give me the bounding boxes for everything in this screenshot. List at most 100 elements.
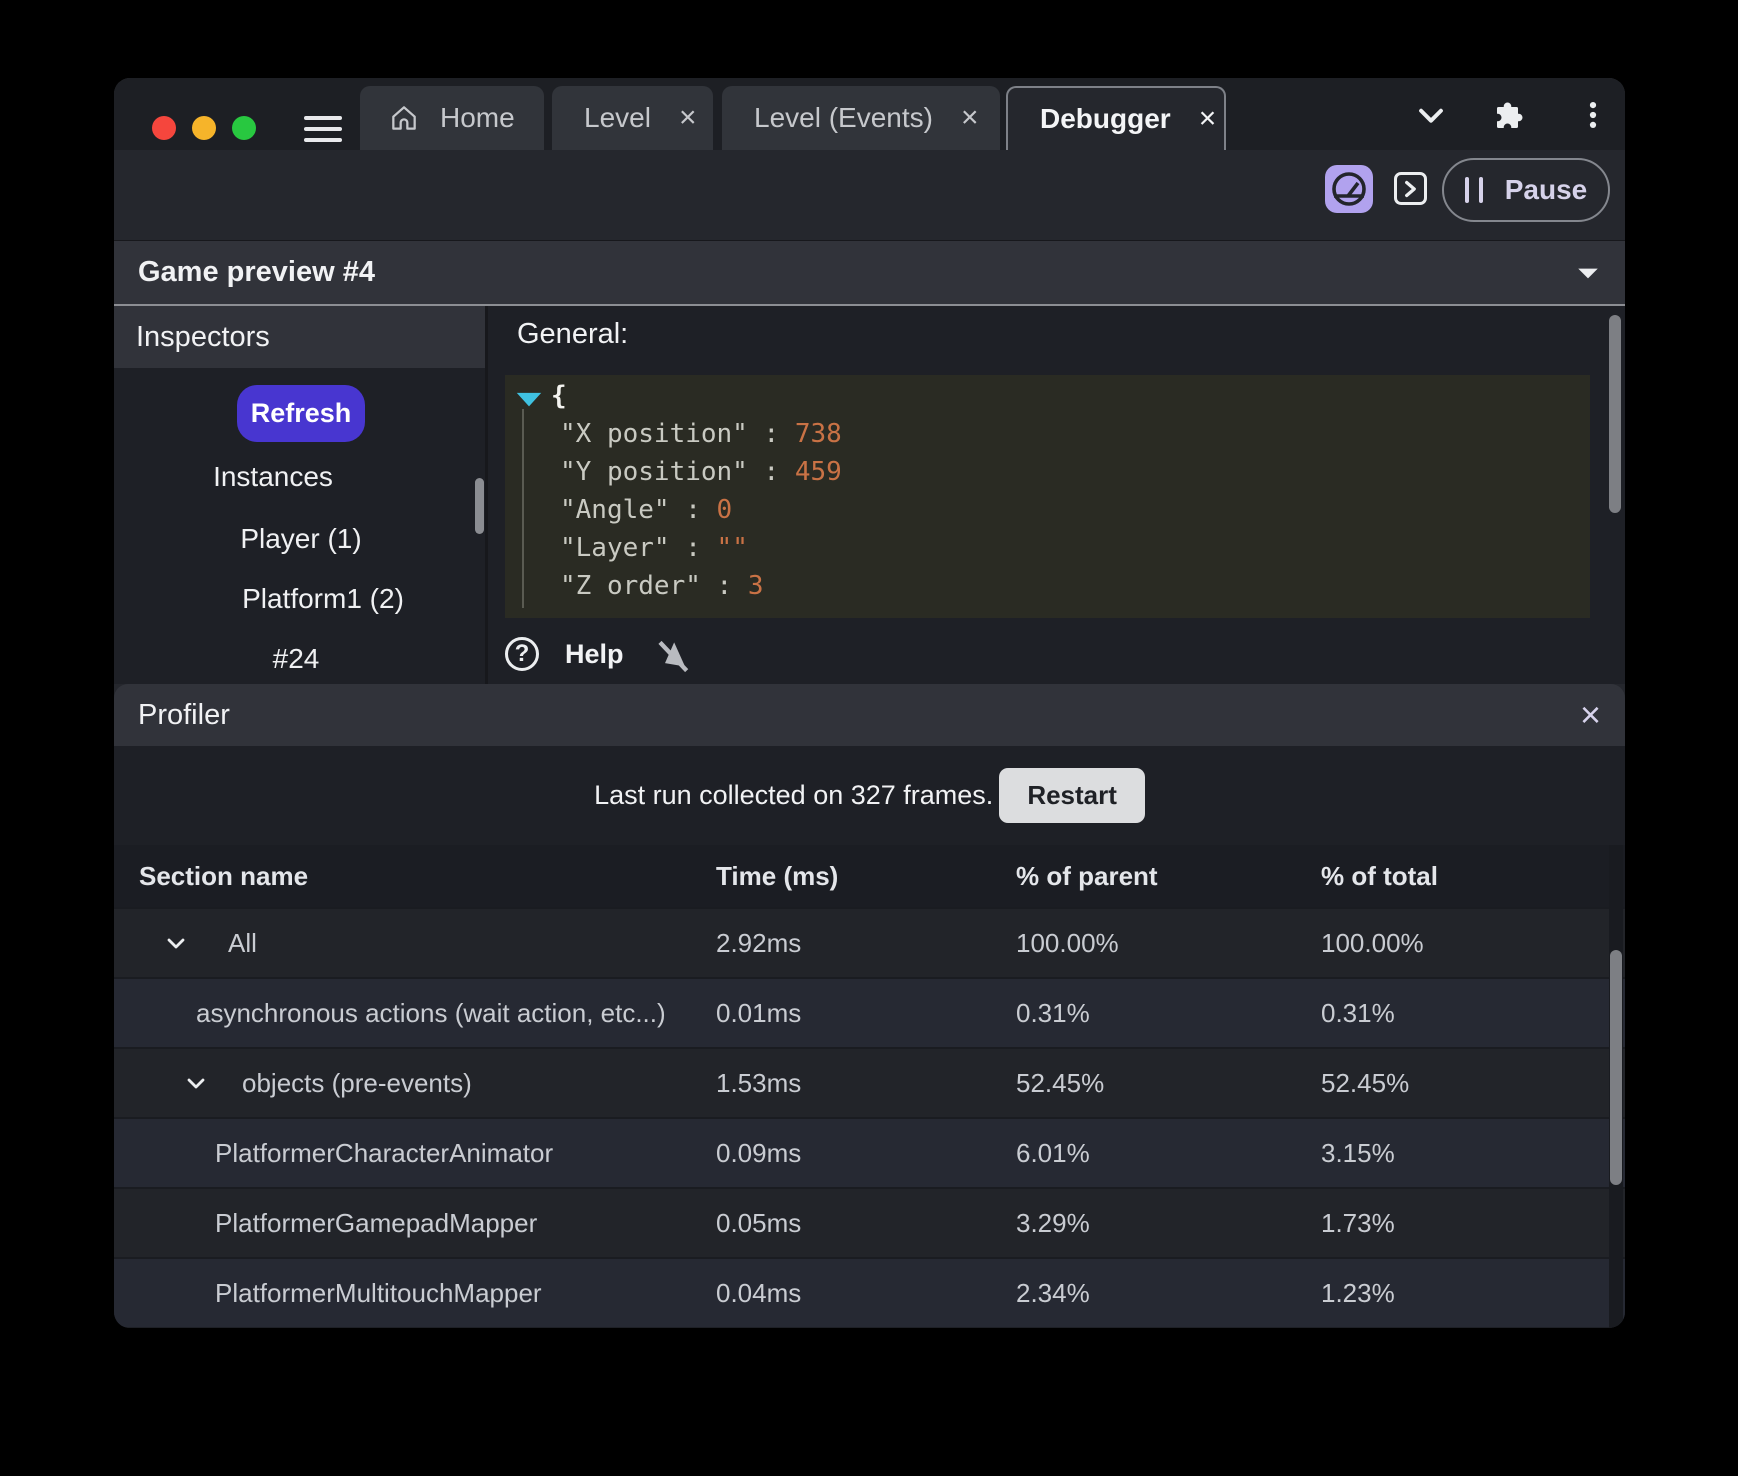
section-name: PlatformerMultitouchMapper — [215, 1277, 542, 1308]
json-line: "Y position" : 459 — [560, 457, 842, 487]
section-name: All — [228, 927, 257, 958]
close-tab-icon[interactable]: × — [1199, 104, 1217, 134]
inspectors-scrollbar[interactable] — [475, 478, 484, 534]
table-row[interactable]: PlatformerGamepadMapper 0.05ms 3.29% 1.7… — [114, 1187, 1625, 1257]
section-name: objects (pre-events) — [242, 1067, 472, 1098]
tab-level-events[interactable]: Level (Events) × — [722, 86, 1000, 150]
help-label[interactable]: Help — [565, 639, 624, 670]
game-preview-bar[interactable]: Game preview #4 — [114, 240, 1625, 306]
general-panel: General: { "X position" : 738 "Y positio… — [491, 306, 1625, 684]
percent-of-parent: 52.45% — [1016, 1067, 1105, 1098]
profiler-scrollbar[interactable] — [1610, 950, 1622, 1185]
pause-label: Pause — [1504, 174, 1588, 205]
tree-item-platform1[interactable]: Platform1 (2) — [136, 583, 510, 615]
table-row[interactable]: objects (pre-events) 1.53ms 52.45% 52.45… — [114, 1047, 1625, 1117]
json-line: "Z order" : 3 — [560, 571, 764, 601]
section-name: PlatformerGamepadMapper — [215, 1207, 538, 1238]
section-name: asynchronous actions (wait action, etc..… — [196, 997, 666, 1028]
general-title: General: — [517, 318, 629, 350]
tree-item-instance-24[interactable]: #24 — [114, 643, 483, 675]
json-line: "Layer" : "" — [560, 533, 748, 563]
column-header-section: Section name — [139, 860, 309, 891]
profiler-title: Profiler — [138, 698, 230, 731]
time-ms: 0.04ms — [716, 1277, 802, 1308]
tab-home[interactable]: Home — [360, 86, 544, 150]
chevron-down-icon[interactable] — [164, 931, 188, 955]
tree-item-instances[interactable]: Instances — [114, 461, 460, 493]
game-preview-title: Game preview #4 — [138, 256, 375, 288]
time-ms: 0.09ms — [716, 1137, 802, 1168]
console-button[interactable] — [1394, 172, 1427, 205]
close-window-button[interactable] — [152, 116, 176, 140]
column-header-time: Time (ms) — [716, 860, 839, 891]
time-ms: 2.92ms — [716, 927, 802, 958]
percent-of-parent: 0.31% — [1016, 997, 1090, 1028]
extensions-puzzle-icon[interactable] — [1491, 98, 1527, 134]
inspectors-panel: Inspectors Refresh Instances Player (1) … — [114, 306, 488, 684]
pause-button[interactable]: Pause — [1442, 158, 1610, 222]
minimize-window-button[interactable] — [192, 116, 216, 140]
pause-icon — [1464, 177, 1483, 203]
tab-label: Debugger — [1040, 103, 1171, 134]
inspectors-header: Inspectors — [114, 306, 485, 368]
close-tab-icon[interactable]: × — [961, 103, 979, 133]
tab-debugger[interactable]: Debugger × — [1006, 86, 1226, 150]
zoom-window-button[interactable] — [232, 116, 256, 140]
profiler-gauge-button[interactable] — [1325, 165, 1373, 213]
percent-of-total: 100.00% — [1321, 927, 1424, 958]
percent-of-parent: 100.00% — [1016, 927, 1119, 958]
percent-of-total: 3.15% — [1321, 1137, 1395, 1168]
percent-of-total: 1.23% — [1321, 1277, 1395, 1308]
kebab-menu-icon[interactable] — [1576, 98, 1610, 132]
app-window: Home Level × Level (Events) × Debugger × — [114, 78, 1625, 1328]
profiler-header: Profiler × — [114, 684, 1625, 746]
table-row[interactable]: PlatformerMultitouchMapper 0.04ms 2.34% … — [114, 1257, 1625, 1327]
tab-label: Home — [440, 102, 515, 133]
percent-of-total: 52.45% — [1321, 1067, 1410, 1098]
column-header-total: % of total — [1321, 860, 1438, 891]
close-profiler-icon[interactable]: × — [1580, 697, 1601, 733]
inspectors-title: Inspectors — [136, 320, 270, 353]
percent-of-parent: 2.34% — [1016, 1277, 1090, 1308]
table-row[interactable]: PlatformerCharacterAnimator 0.09ms 6.01%… — [114, 1117, 1625, 1187]
tab-label: Level (Events) — [754, 102, 933, 133]
tab-level[interactable]: Level × — [552, 86, 713, 150]
column-header-parent: % of parent — [1016, 860, 1158, 891]
general-scrollbar[interactable] — [1609, 315, 1621, 513]
window-controls — [152, 116, 256, 140]
tree-item-player[interactable]: Player (1) — [114, 523, 488, 555]
profiler-table-header: Section name Time (ms) % of parent % of … — [114, 845, 1625, 907]
table-row[interactable]: All 2.92ms 100.00% 100.00% — [114, 907, 1625, 977]
debugger-content: Inspectors Refresh Instances Player (1) … — [114, 306, 1625, 684]
percent-of-parent: 6.01% — [1016, 1137, 1090, 1168]
expand-triangle-icon[interactable] — [514, 387, 544, 417]
section-name: PlatformerCharacterAnimator — [215, 1137, 554, 1168]
time-ms: 0.01ms — [716, 997, 802, 1028]
json-line: "Angle" : 0 — [560, 495, 733, 525]
percent-of-total: 1.73% — [1321, 1207, 1395, 1238]
profiler-status: Last run collected on 327 frames. — [594, 780, 994, 810]
home-icon — [388, 102, 420, 134]
table-row[interactable]: asynchronous actions (wait action, etc..… — [114, 977, 1625, 1047]
dropdown-triangle-icon[interactable] — [1575, 262, 1601, 284]
indent-guide — [522, 409, 524, 608]
percent-of-parent: 3.29% — [1016, 1207, 1090, 1238]
instance-properties-json: { "X position" : 738 "Y position" : 459 … — [505, 375, 1590, 618]
json-open-brace: { — [551, 381, 567, 411]
time-ms: 0.05ms — [716, 1207, 802, 1238]
chevron-down-icon[interactable] — [184, 1071, 208, 1095]
percent-of-total: 0.31% — [1321, 997, 1395, 1028]
restart-button[interactable]: Restart — [999, 768, 1145, 823]
profiler-panel: Last run collected on 327 frames. Restar… — [114, 746, 1625, 1328]
refresh-button[interactable]: Refresh — [237, 385, 365, 442]
close-tab-icon[interactable]: × — [679, 103, 697, 133]
hamburger-menu-icon[interactable] — [304, 116, 342, 142]
time-ms: 1.53ms — [716, 1067, 802, 1098]
pick-instance-disabled-icon[interactable] — [650, 633, 690, 675]
profiler-table: All 2.92ms 100.00% 100.00% asynchronous … — [114, 907, 1625, 1327]
tab-label: Level — [584, 102, 651, 133]
chevron-down-icon[interactable] — [1414, 98, 1448, 132]
help-icon[interactable]: ? — [505, 637, 539, 671]
json-line: "X position" : 738 — [560, 419, 842, 449]
tab-bar: Home Level × Level (Events) × Debugger × — [114, 78, 1625, 150]
